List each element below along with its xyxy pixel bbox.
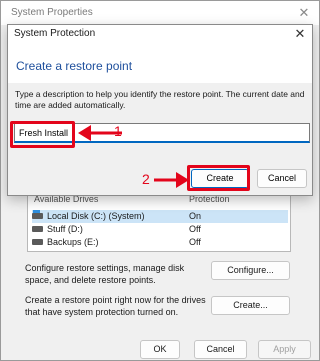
create-highlight-box (187, 165, 250, 191)
dialog-heading: Create a restore point (16, 59, 133, 73)
drive-protection: Off (189, 237, 201, 247)
drive-row-c[interactable]: Local Disk (C:) (System) On (32, 210, 288, 223)
drive-row-e[interactable]: Backups (E:) Off (32, 236, 288, 249)
arrow-right-icon (154, 172, 189, 188)
configure-button[interactable]: Configure... (211, 261, 290, 280)
configure-description: Configure restore settings, manage disk … (25, 263, 185, 285)
available-drives-list[interactable]: Available Drives Protection Local Disk (… (27, 191, 291, 252)
drive-name: Backups (E:) (47, 237, 99, 247)
drive-protection: Off (189, 224, 201, 234)
create-restore-point-button[interactable]: Create... (211, 296, 290, 315)
drive-icon (32, 239, 43, 245)
system-properties-titlebar: System Properties ✕ (1, 1, 319, 25)
close-icon[interactable]: ✕ (292, 25, 308, 43)
dialog-title: System Protection (14, 28, 96, 39)
drive-icon (32, 226, 43, 232)
step-number-1: 1 (114, 123, 122, 139)
ok-button[interactable]: OK (140, 340, 180, 359)
close-icon[interactable]: ✕ (295, 4, 313, 22)
system-properties-title: System Properties (11, 7, 93, 18)
system-drive-icon (32, 210, 43, 219)
drive-row-d[interactable]: Stuff (D:) Off (32, 223, 288, 236)
apply-button: Apply (258, 340, 311, 359)
step-number-2: 2 (142, 171, 150, 187)
drive-name: Stuff (D:) (47, 224, 83, 234)
input-highlight-box (10, 121, 75, 148)
cancel-button[interactable]: Cancel (194, 340, 247, 359)
drive-protection: On (189, 211, 202, 221)
dialog-cancel-button[interactable]: Cancel (257, 169, 307, 188)
drive-name: Local Disk (C:) (System) (47, 211, 145, 221)
create-description: Create a restore point right now for the… (25, 295, 206, 317)
dialog-description: Type a description to help you identify … (15, 89, 305, 110)
